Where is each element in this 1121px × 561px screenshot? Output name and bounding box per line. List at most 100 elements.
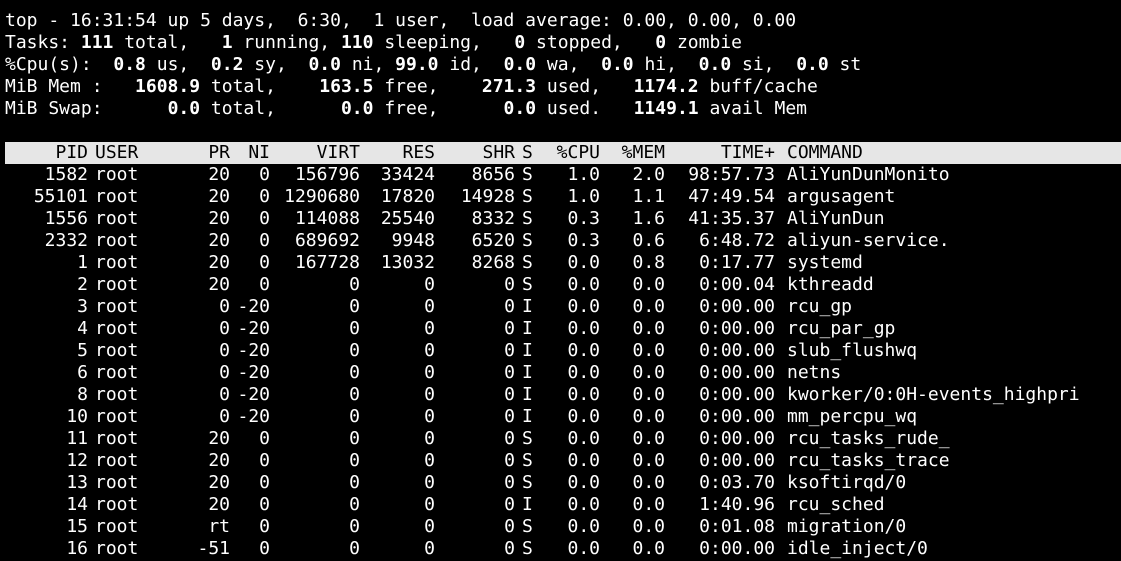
process-s: S xyxy=(522,164,533,185)
process-pid: 14 xyxy=(66,494,88,515)
process-row[interactable]: 55101 root 20 0 1290680 17820 14928 S 1.0 1.1 47:4… xyxy=(5,186,1121,208)
process-virt: 0 xyxy=(349,538,360,559)
process-cpu: 0.0 xyxy=(567,274,600,295)
process-res: 0 xyxy=(424,494,435,515)
mem-total-label: total, xyxy=(200,76,320,97)
column-header-shr[interactable]: SHR xyxy=(435,142,515,164)
process-command: kthreadd xyxy=(787,274,874,295)
column-header-mem[interactable]: %MEM xyxy=(600,142,665,164)
process-cpu: 0.0 xyxy=(567,384,600,405)
process-row[interactable]: 3 root 0 -20 0 0 0 I 0.0 0.0 0:00.00 rcu_gp xyxy=(5,296,1121,318)
process-mem: 0.0 xyxy=(632,340,665,361)
process-s: I xyxy=(522,406,533,427)
process-row[interactable]: 13 root 20 0 0 0 0 S 0.0 0.0 0:03.70 ksoftirqd/0 xyxy=(5,472,1121,494)
process-virt: 689692 xyxy=(294,230,360,251)
process-res: 0 xyxy=(424,274,435,295)
process-pid: 12 xyxy=(66,450,88,471)
process-ni: 0 xyxy=(259,428,270,449)
process-mem: 0.8 xyxy=(632,252,665,273)
process-shr: 0 xyxy=(504,384,515,405)
column-header-s[interactable]: S xyxy=(522,142,538,164)
process-time: 0:00.00 xyxy=(699,538,775,559)
process-row[interactable]: 2 root 20 0 0 0 0 S 0.0 0.0 0:00.04 kthreadd xyxy=(5,274,1121,296)
column-header-command[interactable]: COMMAND xyxy=(787,142,1121,164)
process-time: 0:17.77 xyxy=(699,252,775,273)
process-row[interactable]: 11 root 20 0 0 0 0 S 0.0 0.0 0:00.00 rcu_tasks_rude… xyxy=(5,428,1121,450)
process-mem: 1.6 xyxy=(632,208,665,229)
process-row[interactable]: 12 root 20 0 0 0 0 S 0.0 0.0 0:00.00 rcu_tasks_trac… xyxy=(5,450,1121,472)
column-header-cpu[interactable]: %CPU xyxy=(538,142,600,164)
process-row[interactable]: 10 root 0 -20 0 0 0 I 0.0 0.0 0:00.00 mm_percpu_wq xyxy=(5,406,1121,428)
process-shr: 0 xyxy=(504,340,515,361)
process-res: 17820 xyxy=(380,186,435,207)
column-header-res[interactable]: RES xyxy=(360,142,435,164)
process-pr: 0 xyxy=(219,384,230,405)
process-row[interactable]: 1582 root 20 0 156796 33424 8656 S 1.0 2.0 98:57.7… xyxy=(5,164,1121,186)
process-ni: 0 xyxy=(259,472,270,493)
process-row[interactable]: 15 root rt 0 0 0 0 S 0.0 0.0 0:01.08 migration/0 xyxy=(5,516,1121,538)
process-row[interactable]: 5 root 0 -20 0 0 0 I 0.0 0.0 0:00.00 slub_flushwq xyxy=(5,340,1121,362)
column-header-pid[interactable]: PID xyxy=(5,142,88,164)
process-res: 0 xyxy=(424,428,435,449)
process-ni: -20 xyxy=(237,362,270,383)
terminal-window[interactable]: top - 16:31:54 up 5 days, 6:30, 1 user, … xyxy=(0,0,1121,561)
tasks-total-label: total, xyxy=(113,32,222,53)
process-row[interactable]: 1 root 20 0 167728 13032 8268 S 0.0 0.8 0:17.77 sys… xyxy=(5,252,1121,274)
process-row[interactable]: 1556 root 20 0 114088 25540 8332 S 0.3 1.6 41:35.3… xyxy=(5,208,1121,230)
tasks-stopped: 0 xyxy=(514,32,526,53)
process-user: root xyxy=(95,428,139,449)
process-mem: 1.1 xyxy=(632,186,665,207)
mem-label: MiB Mem : xyxy=(5,76,136,97)
process-user: root xyxy=(95,494,139,515)
process-pid: 15 xyxy=(66,516,88,537)
column-header-pr[interactable]: PR xyxy=(155,142,230,164)
process-res: 0 xyxy=(424,340,435,361)
process-time: 0:00.00 xyxy=(699,296,775,317)
process-ni: -20 xyxy=(237,318,270,339)
process-s: S xyxy=(522,274,533,295)
process-row[interactable]: 4 root 0 -20 0 0 0 I 0.0 0.0 0:00.00 rcu_par_gp xyxy=(5,318,1121,340)
mem-buff-label: buff/cache xyxy=(698,76,818,97)
process-pr: 0 xyxy=(219,340,230,361)
process-virt: 0 xyxy=(349,362,360,383)
process-row[interactable]: 2332 root 20 0 689692 9948 6520 S 0.3 0.6 6:48.72 a… xyxy=(5,230,1121,252)
process-row[interactable]: 8 root 0 -20 0 0 0 I 0.0 0.0 0:00.00 kworker/0:0H-e… xyxy=(5,384,1121,406)
cpu-wa: 0.0 xyxy=(503,54,537,75)
process-pr: 20 xyxy=(208,450,230,471)
process-command: argusagent xyxy=(787,186,896,207)
process-cpu: 0.0 xyxy=(567,538,600,559)
process-virt: 0 xyxy=(349,450,360,471)
swap-avail-label: avail Mem xyxy=(698,98,807,119)
column-header-ni[interactable]: NI xyxy=(230,142,270,164)
tasks-label: Tasks: xyxy=(5,32,81,53)
process-shr: 8332 xyxy=(471,208,515,229)
process-cpu: 0.0 xyxy=(567,406,600,427)
process-command: slub_flushwq xyxy=(787,340,918,361)
process-cpu: 0.3 xyxy=(567,230,600,251)
process-mem: 0.6 xyxy=(632,230,665,251)
process-pr: 20 xyxy=(208,164,230,185)
process-pr: 20 xyxy=(208,230,230,251)
process-res: 0 xyxy=(424,516,435,537)
swap-free: 0.0 xyxy=(340,98,374,119)
process-command: aliyun-service. xyxy=(787,230,950,251)
process-shr: 0 xyxy=(504,428,515,449)
process-time: 0:00.00 xyxy=(699,340,775,361)
process-row[interactable]: 6 root 0 -20 0 0 0 I 0.0 0.0 0:00.00 netns xyxy=(5,362,1121,384)
column-header-time[interactable]: TIME+ xyxy=(665,142,775,164)
process-virt: 0 xyxy=(349,296,360,317)
process-row[interactable]: 16 root -51 0 0 0 0 S 0.0 0.0 0:00.00 idle_inject/0 xyxy=(5,538,1121,560)
process-pid: 5 xyxy=(77,340,88,361)
mem-total: 1608.9 xyxy=(135,76,201,97)
process-time: 0:00.00 xyxy=(699,384,775,405)
column-header-virt[interactable]: VIRT xyxy=(270,142,360,164)
process-pid: 13 xyxy=(66,472,88,493)
column-header-user[interactable]: USER xyxy=(95,142,155,164)
process-pr: -51 xyxy=(197,538,230,559)
mem-buff: 1174.2 xyxy=(633,76,699,97)
process-command: netns xyxy=(787,362,842,383)
process-time: 98:57.73 xyxy=(688,164,775,185)
process-res: 0 xyxy=(424,384,435,405)
process-row[interactable]: 14 root 20 0 0 0 0 I 0.0 0.0 1:40.96 rcu_sched xyxy=(5,494,1121,516)
process-ni: -20 xyxy=(237,296,270,317)
